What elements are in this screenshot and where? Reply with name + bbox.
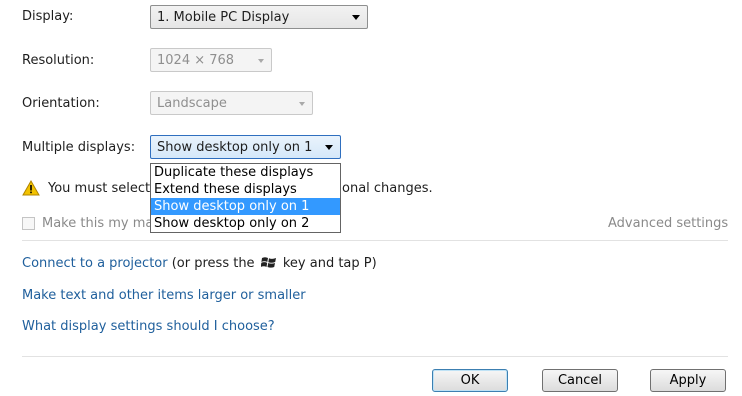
dropdown-option-show-only-2[interactable]: Show desktop only on 2: [151, 215, 340, 232]
connect-projector-link[interactable]: Connect to a projector: [22, 256, 168, 271]
advanced-settings-link[interactable]: Advanced settings: [608, 216, 728, 231]
make-primary-label: Make this my ma: [42, 216, 154, 231]
dropdown-option-extend[interactable]: Extend these displays: [151, 181, 340, 198]
dropdown-option-duplicate[interactable]: Duplicate these displays: [151, 164, 340, 181]
resolution-select-value: 1024 × 768: [157, 52, 235, 68]
resolution-select: 1024 × 768: [150, 48, 272, 72]
display-label: Display:: [22, 9, 74, 24]
multiple-displays-dropdown[interactable]: Duplicate these displays Extend these di…: [150, 163, 341, 233]
chevron-down-icon: [352, 15, 360, 20]
dropdown-option-show-only-1[interactable]: Show desktop only on 1: [151, 198, 340, 215]
windows-key-icon: [260, 257, 276, 268]
projector-hint-end: key and tap P): [282, 256, 377, 271]
cancel-button[interactable]: Cancel: [542, 369, 618, 392]
chevron-down-icon: [258, 59, 264, 63]
apply-button[interactable]: Apply: [650, 369, 726, 392]
warning-text-start: You must select: [48, 181, 151, 196]
multiple-displays-select-value: Show desktop only on 1: [157, 139, 313, 155]
display-select-value: 1. Mobile PC Display: [157, 9, 290, 25]
separator: [22, 240, 728, 241]
separator-bottom: [22, 356, 728, 357]
projector-hint-start: (or press the: [171, 256, 255, 271]
orientation-select: Landscape: [150, 91, 313, 115]
projector-row: Connect to a projector (or press the key…: [22, 256, 377, 271]
chevron-down-icon: [325, 145, 333, 150]
orientation-select-value: Landscape: [157, 95, 227, 111]
text-size-link[interactable]: Make text and other items larger or smal…: [22, 288, 306, 303]
make-primary-checkbox[interactable]: [22, 217, 35, 230]
ok-button[interactable]: OK: [432, 369, 508, 392]
warning-icon: [22, 180, 40, 196]
multiple-displays-select[interactable]: Show desktop only on 1: [150, 135, 341, 159]
chevron-down-icon: [299, 102, 305, 106]
orientation-label: Orientation:: [22, 96, 100, 111]
multiple-displays-label: Multiple displays:: [22, 140, 136, 155]
display-settings-help-link[interactable]: What display settings should I choose?: [22, 319, 275, 334]
resolution-label: Resolution:: [22, 53, 95, 68]
display-select[interactable]: 1. Mobile PC Display: [150, 5, 368, 29]
warning-text-end: onal changes.: [342, 181, 433, 196]
